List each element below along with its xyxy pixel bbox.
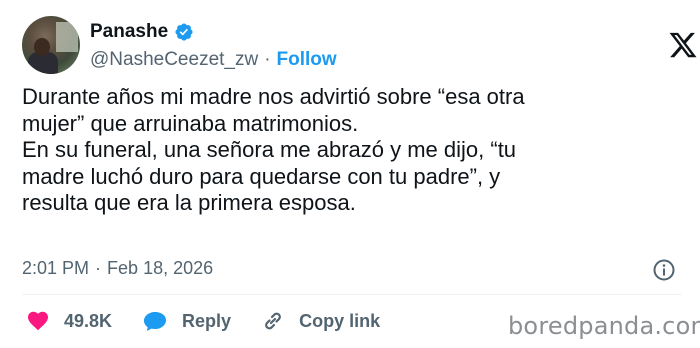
follow-button[interactable]: Follow <box>277 49 337 71</box>
tweet-date: Feb 18, 2026 <box>107 258 214 278</box>
info-icon[interactable] <box>652 258 676 282</box>
author-handle[interactable]: @NasheCeezet_zw <box>90 49 258 71</box>
heart-icon <box>28 311 48 331</box>
tweet-card: Panashe @NasheCeezet_zw · Follow Durante… <box>0 0 700 348</box>
verified-badge-icon <box>175 23 193 41</box>
tweet-header: Panashe @NasheCeezet_zw · Follow <box>22 12 697 76</box>
reply-bubble-icon <box>144 312 167 331</box>
reply-label: Reply <box>182 310 232 331</box>
author-handle-row: @NasheCeezet_zw · Follow <box>90 49 337 71</box>
like-button[interactable]: 49.8K <box>26 309 112 333</box>
copy-link-button[interactable]: Copy link <box>261 309 380 333</box>
link-icon <box>265 312 281 330</box>
tweet-timestamp[interactable]: 2:01 PM · Feb 18, 2026 <box>22 258 213 279</box>
reply-button[interactable]: Reply <box>142 309 231 333</box>
copy-link-label: Copy link <box>299 310 381 331</box>
watermark: boredpanda.com <box>508 312 700 340</box>
handle-separator: · <box>264 49 271 70</box>
author-name-row: Panashe <box>90 21 194 43</box>
avatar[interactable] <box>22 16 80 74</box>
tweet-text: Durante años mi madre nos advirtió sobre… <box>22 84 525 215</box>
like-count: 49.8K <box>64 310 113 331</box>
timestamp-separator: · <box>95 258 102 278</box>
divider <box>22 294 682 295</box>
tweet-time: 2:01 PM <box>22 258 90 278</box>
x-logo-icon[interactable] <box>668 30 698 60</box>
action-bar: 49.8K Reply Copy link <box>26 306 410 336</box>
author-name[interactable]: Panashe <box>90 21 168 43</box>
